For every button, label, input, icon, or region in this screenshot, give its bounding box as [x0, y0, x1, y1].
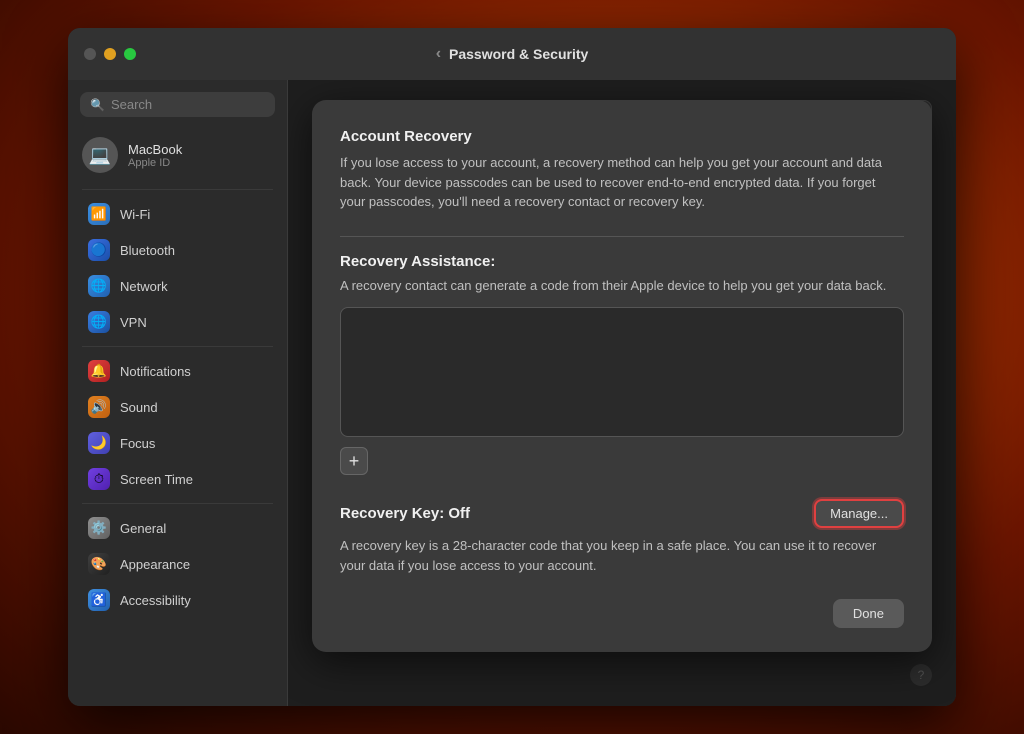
sidebar-item-vpn[interactable]: 🌐 VPN [74, 304, 281, 340]
dialog-footer: Done [340, 599, 904, 628]
sidebar-item-label-wifi: Wi-Fi [120, 207, 150, 222]
sidebar-item-accessibility[interactable]: ♿ Accessibility [74, 582, 281, 618]
recovery-assistance-text: A recovery contact can generate a code f… [340, 276, 904, 296]
maximize-button[interactable] [124, 48, 136, 60]
recovery-key-section: Recovery Key: Off Manage... A recovery k… [340, 499, 904, 575]
account-recovery-dialog: Account Recovery If you lose access to y… [312, 100, 932, 652]
dialog-overlay: Account Recovery If you lose access to y… [288, 80, 956, 706]
search-placeholder: Search [111, 97, 152, 112]
sidebar-item-label-general: General [120, 521, 166, 536]
profile-subtitle: Apple ID [128, 157, 182, 169]
sidebar-section-preferences: ⚙️ General 🎨 Appearance ♿ Accessibility [68, 510, 287, 618]
contact-list-box [340, 307, 904, 437]
screentime-icon: ⏱ [88, 468, 110, 490]
done-button[interactable]: Done [833, 599, 904, 628]
sidebar-item-label-focus: Focus [120, 436, 155, 451]
search-bar[interactable]: 🔍 Search [80, 92, 275, 117]
notifications-icon: 🔔 [88, 360, 110, 382]
focus-icon: 🌙 [88, 432, 110, 454]
sidebar-item-label-accessibility: Accessibility [120, 593, 191, 608]
sidebar-item-sound[interactable]: 🔊 Sound [74, 389, 281, 425]
sidebar-item-screentime[interactable]: ⏱ Screen Time [74, 461, 281, 497]
bluetooth-icon: 🔵 [88, 239, 110, 261]
sidebar-item-network[interactable]: 🌐 Network [74, 268, 281, 304]
add-contact-button[interactable]: + [340, 447, 368, 475]
sidebar-item-label-sound: Sound [120, 400, 158, 415]
recovery-assistance-title: Recovery Assistance: [340, 253, 904, 270]
sidebar-section-system: 🔔 Notifications 🔊 Sound 🌙 Focus ⏱ Screen… [68, 353, 287, 497]
main-window: ‹ Password & Security 🔍 Search 💻 MacBook… [68, 28, 956, 706]
traffic-lights [84, 48, 136, 60]
sound-icon: 🔊 [88, 396, 110, 418]
sidebar-item-label-bluetooth: Bluetooth [120, 243, 175, 258]
sidebar-item-label-notifications: Notifications [120, 364, 191, 379]
appearance-icon: 🎨 [88, 553, 110, 575]
account-recovery-title: Account Recovery [340, 128, 904, 145]
recovery-key-title: Recovery Key: Off [340, 505, 470, 522]
titlebar-center: ‹ Password & Security [436, 45, 589, 63]
profile-text: MacBook Apple ID [128, 142, 182, 169]
recovery-key-header: Recovery Key: Off Manage... [340, 499, 904, 528]
sidebar-item-general[interactable]: ⚙️ General [74, 510, 281, 546]
recovery-assistance-section: Recovery Assistance: A recovery contact … [340, 253, 904, 476]
wifi-icon: 📶 [88, 203, 110, 225]
network-icon: 🌐 [88, 275, 110, 297]
sidebar-item-appearance[interactable]: 🎨 Appearance [74, 546, 281, 582]
vpn-icon: 🌐 [88, 311, 110, 333]
account-recovery-text: If you lose access to your account, a re… [340, 153, 904, 212]
recovery-key-text: A recovery key is a 28-character code th… [340, 536, 904, 575]
close-button[interactable] [84, 48, 96, 60]
sidebar-item-label-appearance: Appearance [120, 557, 190, 572]
sidebar-item-bluetooth[interactable]: 🔵 Bluetooth [74, 232, 281, 268]
back-button[interactable]: ‹ [436, 45, 441, 63]
window-title: Password & Security [449, 46, 588, 62]
sidebar-divider-3 [82, 503, 273, 504]
sidebar-divider-2 [82, 346, 273, 347]
avatar: 💻 [82, 137, 118, 173]
main-content: Add... Manage... Manage... ? [288, 80, 956, 706]
sidebar-divider-1 [82, 189, 273, 190]
titlebar: ‹ Password & Security [68, 28, 956, 80]
sidebar-item-label-screentime: Screen Time [120, 472, 193, 487]
sidebar-item-label-network: Network [120, 279, 168, 294]
accessibility-icon: ♿ [88, 589, 110, 611]
sidebar-section-network: 📶 Wi-Fi 🔵 Bluetooth 🌐 Network 🌐 VPN [68, 196, 287, 340]
search-icon: 🔍 [90, 98, 105, 112]
general-icon: ⚙️ [88, 517, 110, 539]
sidebar-item-notifications[interactable]: 🔔 Notifications [74, 353, 281, 389]
sidebar-profile[interactable]: 💻 MacBook Apple ID [68, 129, 287, 181]
window-body: 🔍 Search 💻 MacBook Apple ID 📶 Wi-Fi 🔵 [68, 80, 956, 706]
profile-name: MacBook [128, 142, 182, 157]
sidebar-item-label-vpn: VPN [120, 315, 147, 330]
sidebar-item-wifi[interactable]: 📶 Wi-Fi [74, 196, 281, 232]
account-recovery-section: Account Recovery If you lose access to y… [340, 128, 904, 212]
minimize-button[interactable] [104, 48, 116, 60]
sidebar-item-focus[interactable]: 🌙 Focus [74, 425, 281, 461]
sidebar: 🔍 Search 💻 MacBook Apple ID 📶 Wi-Fi 🔵 [68, 80, 288, 706]
recovery-key-manage-button[interactable]: Manage... [814, 499, 904, 528]
dialog-divider-1 [340, 236, 904, 237]
